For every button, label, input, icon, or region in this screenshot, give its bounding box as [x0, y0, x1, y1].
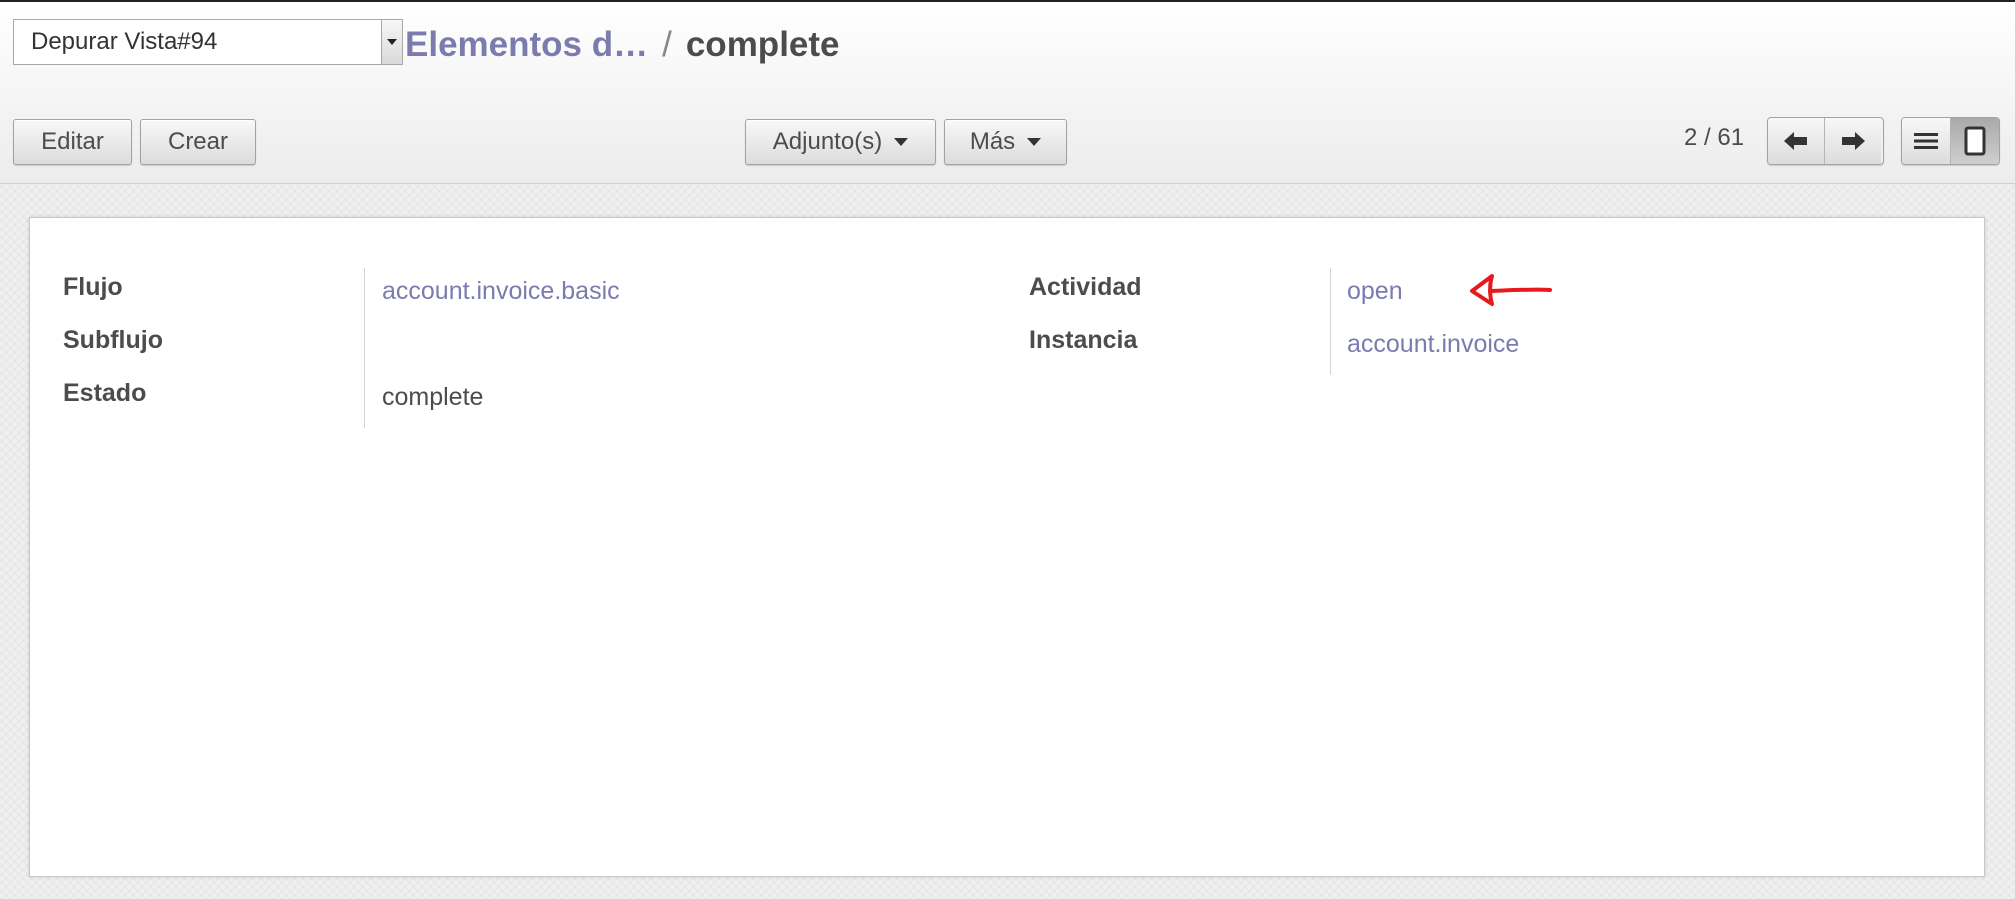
breadcrumb-current: complete: [685, 25, 840, 64]
field-label-flujo: Flujo: [63, 273, 123, 301]
field-value-instancia[interactable]: account.invoice: [1347, 330, 1519, 359]
debug-view-select-value: Depurar Vista#94: [31, 28, 218, 55]
debug-view-select[interactable]: Depurar Vista#94: [13, 19, 403, 65]
field-label-estado: Estado: [63, 379, 147, 407]
breadcrumb-parent-link[interactable]: Elementos d…: [405, 25, 648, 64]
field-value-estado: complete: [382, 383, 484, 411]
field-label-actividad: Actividad: [1029, 273, 1142, 301]
more-button-label: Más: [969, 128, 1016, 155]
attachments-button-label: Adjunto(s): [772, 128, 883, 155]
view-switcher: [1901, 117, 2000, 165]
create-button-label: Crear: [167, 128, 228, 155]
field-value-flujo[interactable]: account.invoice.basic: [382, 277, 620, 306]
control-panel: Depurar Vista#94 Elementos d… / complete E…: [0, 0, 2015, 184]
breadcrumb-separator: /: [662, 25, 672, 64]
arrow-left-icon: [1784, 132, 1807, 150]
field-label-subflujo: Subflujo: [63, 326, 163, 354]
red-arrow-icon: [1470, 274, 1552, 306]
breadcrumb: Elementos d… / complete: [405, 22, 840, 68]
list-view-icon: [1914, 133, 1938, 149]
form-view-button[interactable]: [1950, 118, 1999, 164]
more-dropdown-button[interactable]: Más: [944, 119, 1067, 165]
form-sheet: Flujo Subflujo Estado account.invoice.ba…: [29, 217, 1985, 877]
column-divider: [1330, 268, 1331, 375]
edit-button[interactable]: Editar: [13, 119, 132, 165]
caret-down-icon[interactable]: [381, 20, 402, 64]
list-view-button[interactable]: [1902, 118, 1950, 164]
form-view-icon: [1964, 126, 1986, 156]
pager-previous-button[interactable]: [1768, 118, 1824, 164]
create-button[interactable]: Crear: [140, 119, 256, 165]
pager-value[interactable]: 2 / 61: [1684, 124, 1744, 152]
pager-buttons: [1767, 117, 1884, 165]
caret-down-icon: [1027, 138, 1042, 146]
arrow-right-icon: [1842, 132, 1865, 150]
column-divider: [364, 268, 365, 428]
edit-button-label: Editar: [41, 128, 104, 155]
field-label-instancia: Instancia: [1029, 326, 1138, 354]
pager-next-button[interactable]: [1824, 118, 1881, 164]
caret-down-icon: [894, 138, 909, 146]
attachments-dropdown-button[interactable]: Adjunto(s): [745, 119, 936, 165]
field-value-actividad[interactable]: open: [1347, 277, 1403, 306]
